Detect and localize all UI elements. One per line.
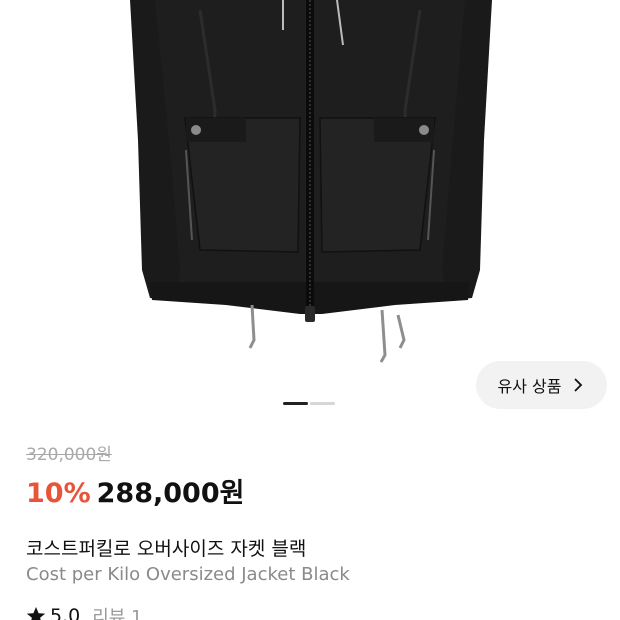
- review-count[interactable]: 리뷰 1: [92, 603, 142, 620]
- chevron-right-icon: [574, 378, 583, 392]
- jacket-illustration: [130, 0, 492, 363]
- carousel-indicator: [283, 402, 335, 405]
- star-icon: [26, 607, 46, 620]
- similar-products-label: 유사 상품: [497, 377, 562, 396]
- discount-rate: 10%: [26, 478, 91, 509]
- sale-price: 288,000원: [96, 478, 245, 509]
- carousel-dot: [310, 402, 335, 405]
- rating-value: 5.0: [50, 605, 81, 620]
- similar-products-button[interactable]: 유사 상품: [476, 361, 607, 409]
- product-name-korean: 코스트퍼킬로 오버사이즈 자켓 블랙: [26, 538, 307, 560]
- original-price: 320,000원: [26, 445, 112, 465]
- product-name-english: Cost per Kilo Oversized Jacket Black: [26, 564, 350, 585]
- price-row: 10% 288,000원: [26, 471, 244, 510]
- rating-row[interactable]: 5.0 리뷰 1: [26, 603, 143, 620]
- product-image[interactable]: [0, 0, 620, 395]
- carousel-dot-active: [283, 402, 308, 405]
